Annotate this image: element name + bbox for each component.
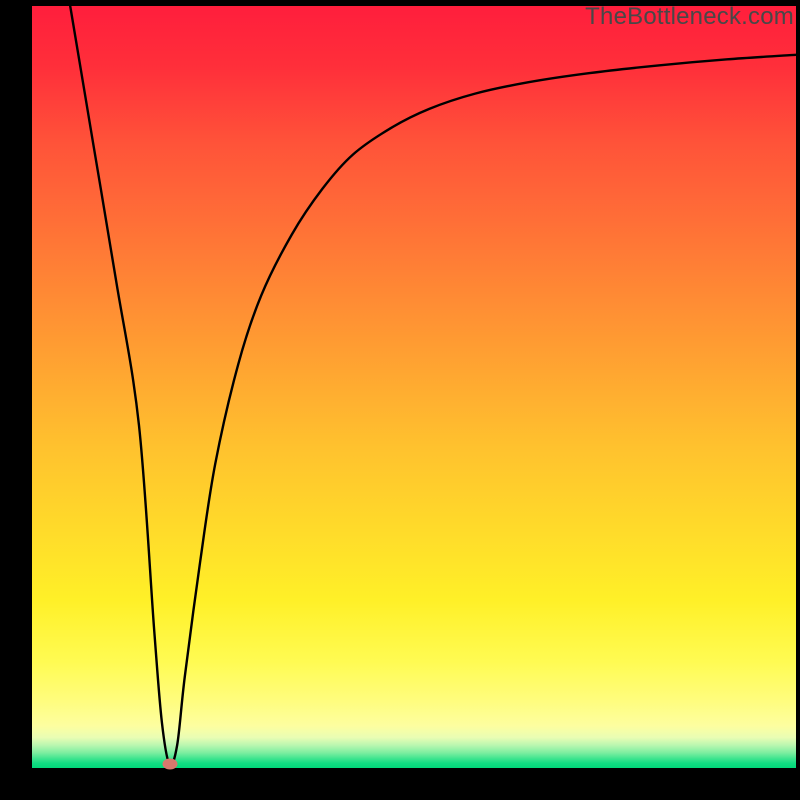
minimum-marker	[162, 759, 177, 770]
chart-stage: TheBottleneck.com	[0, 0, 800, 800]
watermark-text: TheBottleneck.com	[585, 3, 794, 31]
gradient-plot-area	[32, 6, 796, 768]
bottleneck-curve	[32, 6, 796, 768]
